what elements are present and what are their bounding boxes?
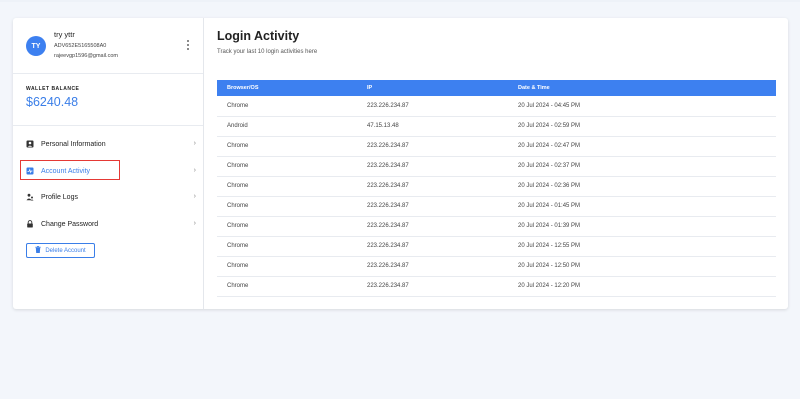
table-row: Chrome 223.226.234.87 20 Jul 2024 - 02:3… [217,156,776,177]
selection-highlight [20,160,120,180]
cell-browser: Chrome [217,276,357,297]
chevron-right-icon: › [193,167,196,174]
cell-datetime: 20 Jul 2024 - 12:50 PM [508,256,776,277]
sidebar-item-label: Profile Logs [41,193,78,201]
cell-ip: 223.226.234.87 [357,276,508,297]
table-row: Chrome 223.226.234.87 20 Jul 2024 - 12:5… [217,256,776,277]
cell-browser: Android [217,116,357,137]
cell-datetime: 20 Jul 2024 - 01:45 PM [508,196,776,217]
page-subtitle: Track your last 10 login activities here [217,49,318,55]
cell-datetime: 20 Jul 2024 - 02:37 PM [508,156,776,177]
table-row: Chrome 223.226.234.87 20 Jul 2024 - 12:5… [217,236,776,257]
table-row: Android 47.15.13.48 20 Jul 2024 - 02:59 … [217,116,776,137]
delete-account-button[interactable]: Delete Account [26,243,95,258]
more-options-icon[interactable] [186,40,190,52]
chevron-right-icon: › [193,193,196,200]
table-row: Chrome 223.226.234.87 20 Jul 2024 - 01:4… [217,196,776,217]
profile-name: try yttr [54,30,75,39]
column-header-browser: Browser/OS [227,85,259,91]
login-activity-table: Browser/OS IP Date & Time Chrome 223.226… [217,80,776,297]
trash-icon [35,246,42,255]
cell-datetime: 20 Jul 2024 - 02:36 PM [508,176,776,197]
cell-datetime: 20 Jul 2024 - 04:45 PM [508,96,776,117]
table-row: Chrome 223.226.234.87 20 Jul 2024 - 01:3… [217,216,776,237]
cell-ip: 47.15.13.48 [357,116,508,137]
lock-icon [26,220,34,228]
cell-datetime: 20 Jul 2024 - 12:20 PM [508,276,776,297]
column-header-ip: IP [367,85,373,91]
cell-browser: Chrome [217,196,357,217]
table-row: Chrome 223.226.234.87 20 Jul 2024 - 02:3… [217,176,776,197]
sidebar-item-label: Change Password [41,220,99,228]
page-title: Login Activity [217,29,300,43]
column-header-datetime: Date & Time [518,85,550,91]
cell-datetime: 20 Jul 2024 - 02:59 PM [508,116,776,137]
cell-ip: 223.226.234.87 [357,256,508,277]
cell-browser: Chrome [217,156,357,177]
table-row: Chrome 223.226.234.87 20 Jul 2024 - 04:4… [217,96,776,117]
table-header-row: Browser/OS IP Date & Time [217,80,776,96]
profile-email: rajeevgp1596@gmail.com [54,53,118,59]
wallet-amount: $6240.48 [26,95,79,109]
cell-browser: Chrome [217,236,357,257]
cell-browser: Chrome [217,176,357,197]
cell-ip: 223.226.234.87 [357,96,508,117]
sidebar-item-personal-information[interactable]: Personal Information › [26,136,196,152]
table-row: Chrome 223.226.234.87 20 Jul 2024 - 02:4… [217,136,776,157]
main-content: Login Activity Track your last 10 login … [204,18,788,309]
top-border [0,0,800,2]
cell-ip: 223.226.234.87 [357,216,508,237]
cell-ip: 223.226.234.87 [357,176,508,197]
table-row: Chrome 223.226.234.87 20 Jul 2024 - 12:2… [217,276,776,297]
sidebar: TY try yttr ADV652E5165508A0 rajeevgp159… [13,18,204,309]
cell-browser: Chrome [217,96,357,117]
cell-ip: 223.226.234.87 [357,136,508,157]
person-badge-icon [26,140,34,148]
sidebar-item-label: Personal Information [41,140,106,148]
sidebar-item-profile-logs[interactable]: Profile Logs › [26,189,196,205]
cell-browser: Chrome [217,256,357,277]
users-icon [26,193,34,201]
account-card: TY try yttr ADV652E5165508A0 rajeevgp159… [13,18,788,309]
profile-section: TY try yttr ADV652E5165508A0 rajeevgp159… [13,18,203,74]
chevron-right-icon: › [193,220,196,227]
delete-account-label: Delete Account [45,247,86,254]
avatar[interactable]: TY [26,36,46,56]
cell-datetime: 20 Jul 2024 - 02:47 PM [508,136,776,157]
profile-id: ADV652E5165508A0 [54,43,107,49]
wallet-label: WALLET BALANCE [26,86,80,92]
sidebar-item-change-password[interactable]: Change Password › [26,216,196,232]
cell-browser: Chrome [217,216,357,237]
cell-browser: Chrome [217,136,357,157]
cell-ip: 223.226.234.87 [357,196,508,217]
chevron-right-icon: › [193,140,196,147]
cell-datetime: 20 Jul 2024 - 01:39 PM [508,216,776,237]
cell-ip: 223.226.234.87 [357,236,508,257]
cell-datetime: 20 Jul 2024 - 12:55 PM [508,236,776,257]
cell-ip: 223.226.234.87 [357,156,508,177]
